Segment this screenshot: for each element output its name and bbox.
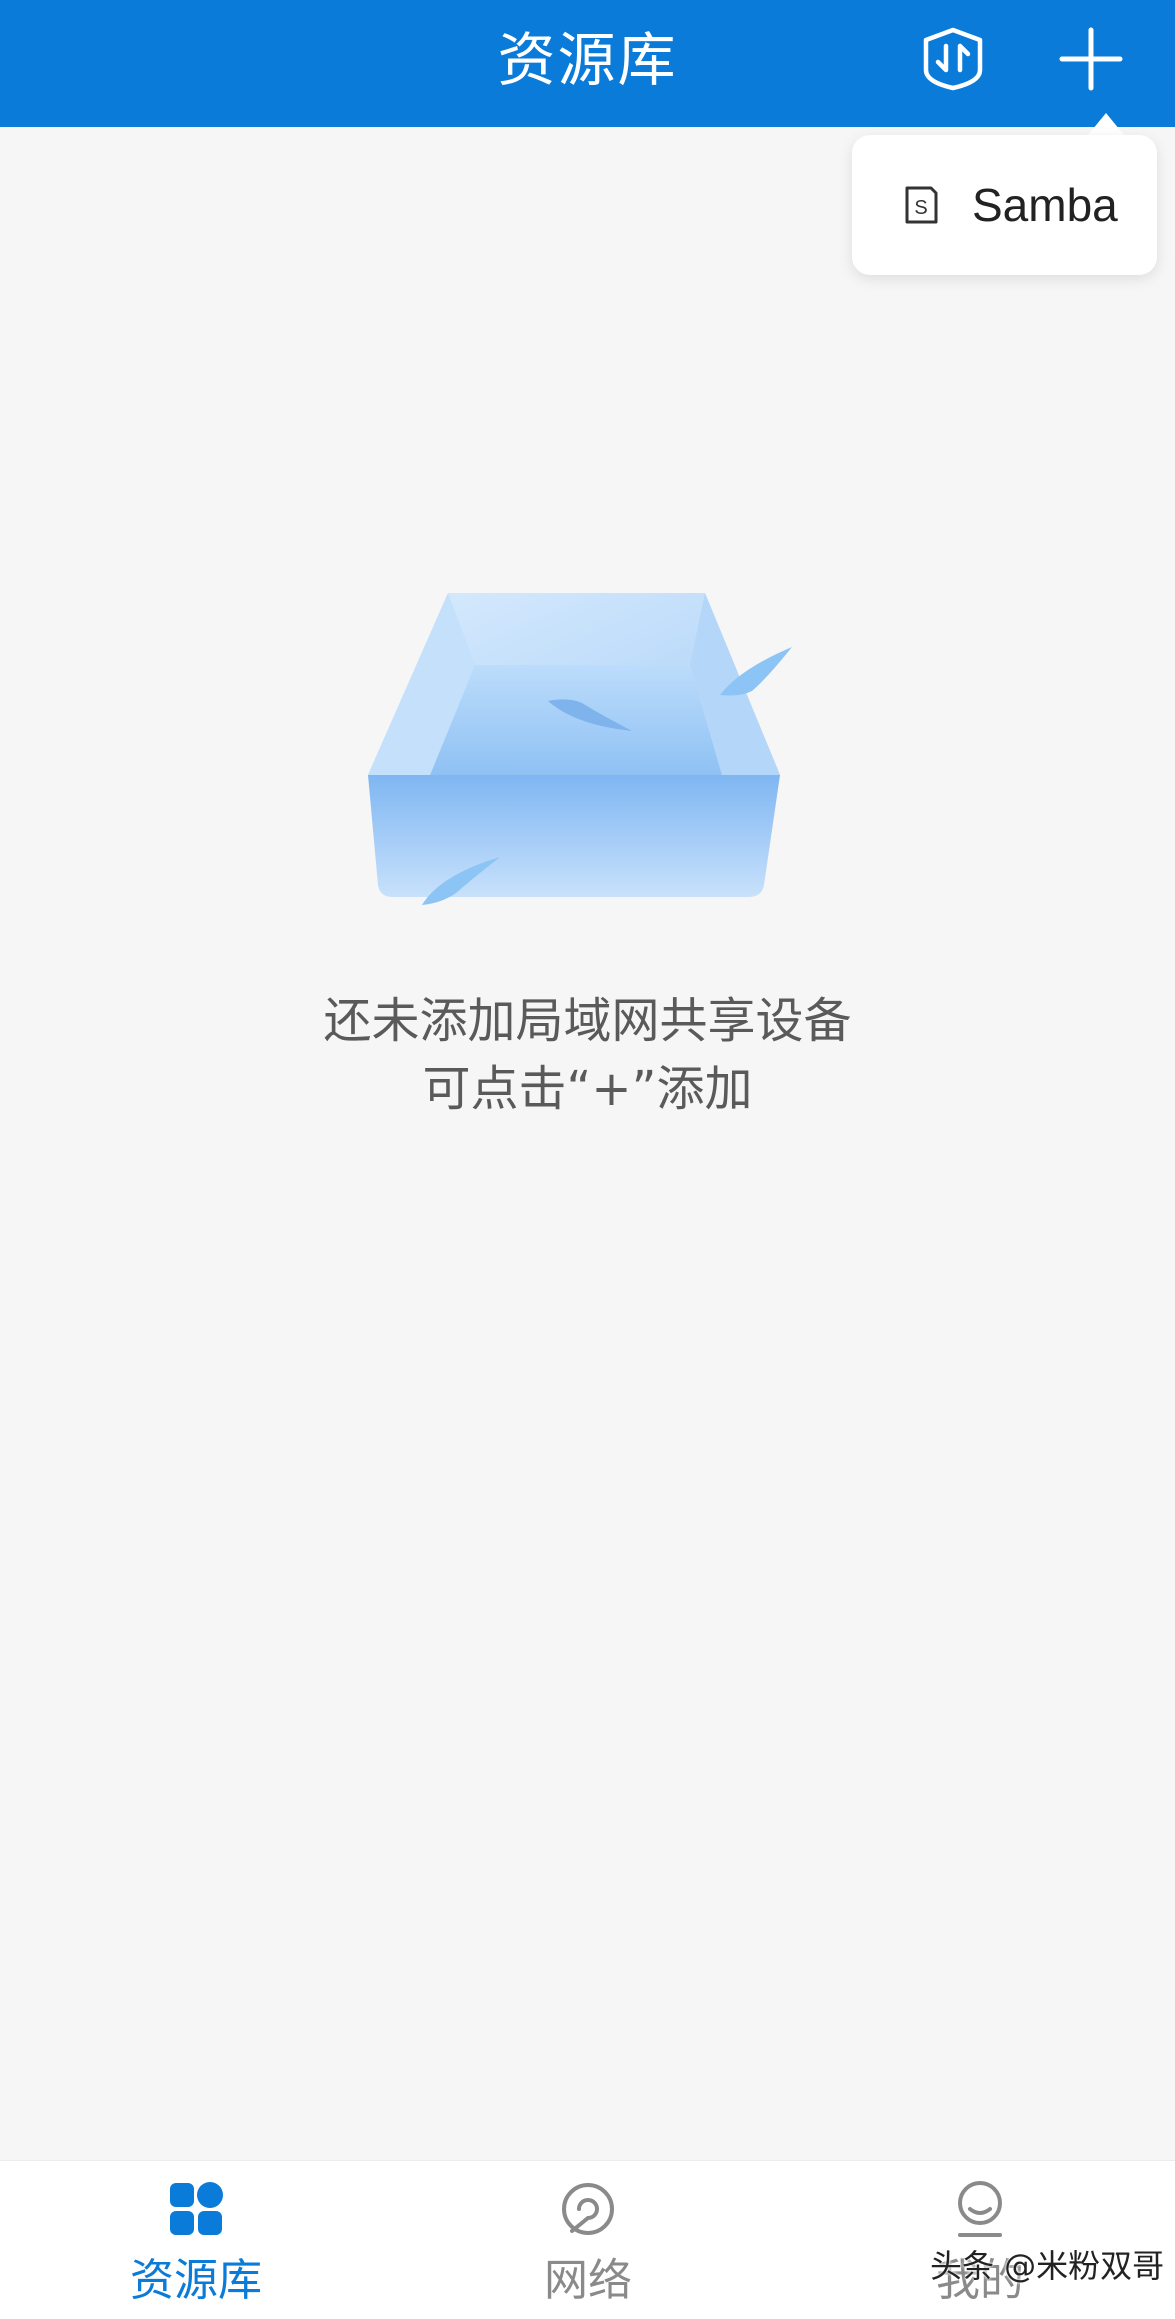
empty-state-hint: 可点击“+”添加: [422, 1061, 753, 1117]
top-app-bar: 资源库: [0, 0, 1175, 127]
empty-box-illustration: [368, 593, 792, 905]
tab-network[interactable]: 网络: [392, 2161, 784, 2319]
sync-transfer-button[interactable]: [920, 26, 986, 92]
samba-s-icon: S: [905, 186, 938, 224]
empty-state-message: 还未添加局域网共享设备: [323, 993, 852, 1049]
grid-icon: [170, 2182, 223, 2235]
bottom-tab-bar: 资源库 网络 我的: [0, 2160, 1175, 2319]
watermark: 头条 @米粉双哥: [930, 2247, 1165, 2285]
menu-item-samba[interactable]: S Samba: [852, 135, 1157, 275]
tab-profile[interactable]: 我的: [784, 2161, 1175, 2319]
add-button[interactable]: [1058, 26, 1124, 92]
sync-transfer-icon: [923, 27, 983, 91]
plus-icon: [1059, 27, 1123, 91]
add-dropdown-menu: S Samba: [852, 135, 1157, 275]
tab-label: 资源库: [130, 2255, 262, 2306]
menu-caret: [1088, 113, 1124, 135]
profile-icon: [958, 2181, 1002, 2237]
page-title: 资源库: [497, 26, 678, 94]
network-icon: [562, 2183, 614, 2235]
tab-label: 网络: [544, 2255, 632, 2306]
tab-library[interactable]: 资源库: [0, 2161, 392, 2319]
svg-text:S: S: [914, 197, 927, 219]
menu-item-label: Samba: [972, 179, 1118, 231]
